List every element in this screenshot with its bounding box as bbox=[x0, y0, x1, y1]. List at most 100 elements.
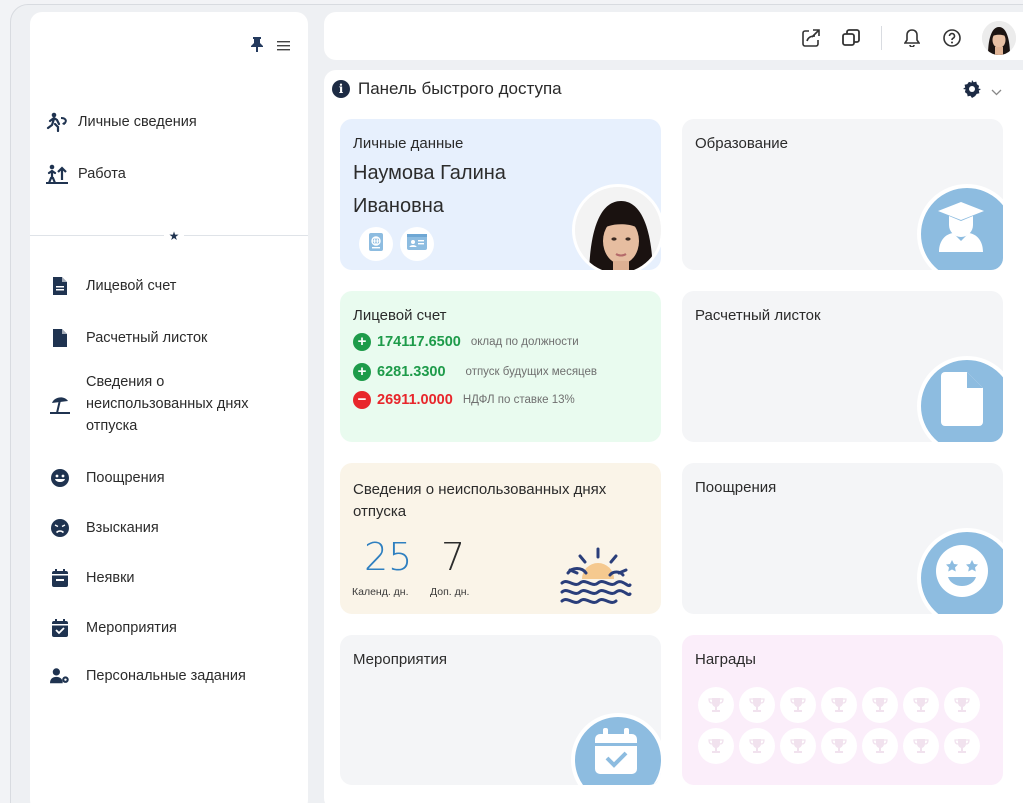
id-card-badge[interactable] bbox=[400, 227, 434, 261]
sidebar-item-penalties[interactable]: Взыскания bbox=[50, 518, 159, 538]
gear-icon[interactable] bbox=[963, 80, 981, 103]
help-icon[interactable] bbox=[942, 28, 962, 48]
card-title: Расчетный листок bbox=[695, 307, 821, 324]
calendar-check-icon bbox=[595, 727, 637, 779]
employee-photo bbox=[572, 184, 661, 270]
award-slot[interactable] bbox=[698, 728, 734, 764]
trophy-icon bbox=[913, 739, 929, 753]
sidebar-item-label: Мероприятия bbox=[86, 620, 177, 636]
bell-icon[interactable] bbox=[902, 28, 922, 48]
trophy-icon bbox=[790, 739, 806, 753]
share-icon[interactable] bbox=[801, 28, 821, 48]
panel-header: i Панель быстрого доступа bbox=[332, 79, 562, 99]
award-slot[interactable] bbox=[821, 728, 857, 764]
sidebar-item-label: Взыскания bbox=[86, 520, 159, 536]
account-note: оклад по должности bbox=[470, 336, 579, 348]
award-slot[interactable] bbox=[903, 728, 939, 764]
info-icon: i bbox=[332, 80, 350, 98]
award-slot[interactable] bbox=[862, 728, 898, 764]
calendar-days-label: Календ. дн. bbox=[352, 586, 409, 598]
umbrella-beach-icon bbox=[50, 394, 70, 414]
account-note: отпуск будущих месяцев bbox=[465, 366, 598, 378]
card-events[interactable]: Мероприятия bbox=[340, 635, 661, 785]
passport-badge[interactable] bbox=[359, 227, 393, 261]
sidebar-item-label: Лицевой счет bbox=[86, 278, 177, 294]
card-personal-data[interactable]: Личные данные Наумова Галина Ивановна bbox=[340, 119, 661, 270]
trophy-icon bbox=[831, 698, 847, 712]
passport-icon bbox=[368, 232, 384, 256]
smile-bubble bbox=[917, 528, 1003, 614]
panel-settings[interactable] bbox=[963, 80, 1002, 103]
award-slot[interactable] bbox=[698, 687, 734, 723]
calendar-minus-icon bbox=[50, 569, 70, 587]
plus-circle-icon: + bbox=[353, 363, 371, 381]
card-education[interactable]: Образование bbox=[682, 119, 1003, 270]
account-row: + 174117.6500 оклад по должности bbox=[353, 333, 579, 351]
card-personal-account[interactable]: Лицевой счет + 174117.6500 оклад по долж… bbox=[340, 291, 661, 442]
plus-circle-icon: + bbox=[353, 333, 371, 351]
user-avatar[interactable] bbox=[982, 21, 1016, 55]
sidebar-item-personal-info[interactable]: Личные сведения bbox=[46, 112, 197, 132]
card-vacation[interactable]: Сведения о неиспользованных днях отпуска… bbox=[340, 463, 661, 614]
sidebar-item-vacation[interactable]: Сведения о неиспользованных днях отпуска bbox=[50, 372, 248, 436]
sidebar-item-payslip[interactable]: Расчетный листок bbox=[50, 328, 207, 348]
sidebar-item-work[interactable]: Работа bbox=[46, 164, 126, 184]
trophy-icon bbox=[872, 698, 888, 712]
sidebar-item-personal-account[interactable]: Лицевой счет bbox=[50, 276, 176, 296]
award-slot[interactable] bbox=[739, 728, 775, 764]
card-title: Сведения о неиспользованных днях отпуска bbox=[353, 479, 606, 523]
award-slot[interactable] bbox=[944, 728, 980, 764]
menu-icon[interactable] bbox=[277, 38, 290, 55]
card-title: Награды bbox=[695, 651, 756, 668]
sidebar-item-events[interactable]: Мероприятия bbox=[50, 618, 177, 638]
payslip-bubble bbox=[917, 356, 1003, 442]
sidebar-item-label: Персональные задания bbox=[86, 668, 246, 684]
card-payslip[interactable]: Расчетный листок bbox=[682, 291, 1003, 442]
file-icon bbox=[50, 329, 70, 347]
person-arrow-up-icon bbox=[46, 164, 68, 184]
card-title-line2: отпуска bbox=[353, 503, 407, 520]
award-slot[interactable] bbox=[862, 687, 898, 723]
award-slot[interactable] bbox=[944, 687, 980, 723]
sidebar-item-personal-tasks[interactable]: Персональные задания bbox=[50, 666, 246, 686]
quick-access-panel: i Панель быстрого доступа Личные данные … bbox=[324, 70, 1023, 803]
trophy-icon bbox=[708, 698, 724, 712]
user-graduate-icon bbox=[936, 200, 986, 257]
sidebar-item-encouragements[interactable]: Поощрения bbox=[50, 468, 165, 488]
card-encouragements[interactable]: Поощрения bbox=[682, 463, 1003, 614]
trophy-icon bbox=[749, 739, 765, 753]
trophy-icon bbox=[708, 739, 724, 753]
panel-title: Панель быстрого доступа bbox=[358, 79, 562, 98]
id-card-icon bbox=[407, 233, 427, 255]
sidebar-item-label-line2: неиспользованных днях bbox=[86, 396, 249, 412]
award-slot[interactable] bbox=[821, 687, 857, 723]
award-slot[interactable] bbox=[903, 687, 939, 723]
account-note: НДФЛ по ставке 13% bbox=[462, 394, 575, 406]
chevron-down-icon[interactable] bbox=[991, 83, 1002, 101]
card-title: Образование bbox=[695, 135, 788, 152]
file-lines-icon bbox=[50, 277, 70, 295]
award-slot[interactable] bbox=[780, 687, 816, 723]
award-slot[interactable] bbox=[780, 728, 816, 764]
trophy-icon bbox=[872, 739, 888, 753]
award-slot[interactable] bbox=[739, 687, 775, 723]
sidebar-item-label: Личные сведения bbox=[78, 114, 197, 130]
person-running-icon bbox=[46, 112, 68, 132]
sidebar-item-absences[interactable]: Неявки bbox=[50, 568, 135, 588]
calendar-days-value: 25 bbox=[364, 535, 413, 579]
pin-icon[interactable] bbox=[251, 36, 263, 56]
header-divider bbox=[881, 26, 882, 50]
windows-icon[interactable] bbox=[841, 28, 861, 48]
card-awards[interactable]: Награды bbox=[682, 635, 1003, 785]
sidebar-item-label: Поощрения bbox=[86, 470, 165, 486]
account-amount: 174117.6500 bbox=[377, 334, 461, 350]
card-title: Лицевой счет bbox=[353, 307, 447, 324]
sidebar-item-label: Расчетный листок bbox=[86, 330, 208, 346]
trophy-icon bbox=[954, 698, 970, 712]
card-title-line1: Сведения о неиспользованных днях bbox=[353, 481, 607, 498]
sidebar-item-label: Неявки bbox=[86, 570, 135, 586]
trophy-icon bbox=[749, 698, 765, 712]
account-amount: 6281.3300 bbox=[377, 364, 446, 380]
minus-circle-icon: − bbox=[353, 391, 371, 409]
calendar-check-icon bbox=[50, 619, 70, 637]
